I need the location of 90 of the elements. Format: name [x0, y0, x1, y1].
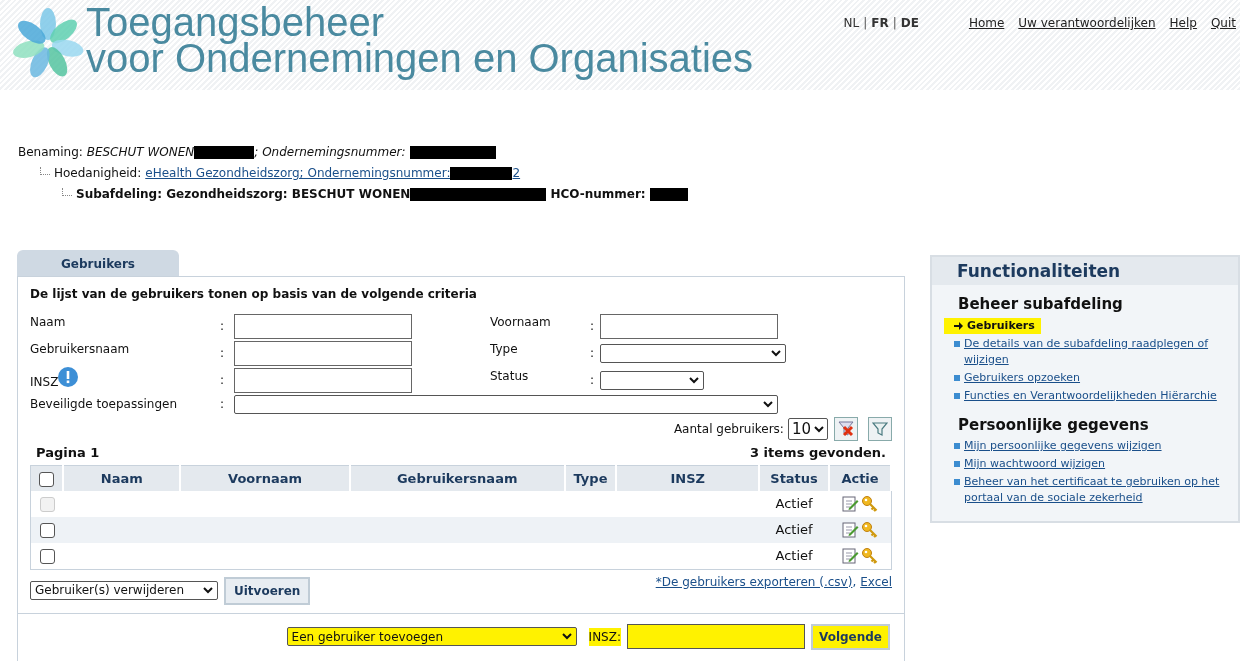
tree-connector: [62, 187, 72, 196]
flower-logo-icon: [12, 8, 84, 80]
edit-icon[interactable]: [840, 521, 859, 539]
nav-link[interactable]: Help: [1169, 14, 1197, 32]
users-tab[interactable]: Gebruikers: [17, 250, 179, 276]
count-label: Aantal gebruikers:: [673, 421, 784, 438]
separator: ,: [852, 573, 857, 591]
insz-field[interactable]: [627, 624, 805, 649]
insz-label: INSZ:: [588, 627, 621, 646]
section-heading: Beheer subafdeling: [957, 294, 1124, 315]
dropdown[interactable]: [600, 370, 704, 390]
key-icon[interactable]: [860, 521, 879, 539]
caret-icon: [203, 586, 213, 594]
nav-link[interactable]: Quit: [1210, 14, 1236, 32]
separator: |: [863, 15, 868, 32]
sidebar-link[interactable]: Mijn persoonlijke gegevens wijzigen: [964, 438, 1162, 454]
capacity-label: Hoedanigheid:: [54, 165, 142, 182]
colon: :: [220, 318, 226, 335]
field-label: Status: [490, 369, 529, 383]
status-cell: Actief: [759, 491, 829, 517]
colon: :: [220, 345, 226, 362]
field-label: Beveiligde toepassingen: [30, 397, 177, 411]
execute-button[interactable]: Uitvoeren: [224, 576, 311, 605]
colon: :: [220, 372, 226, 389]
arrow-icon: [954, 321, 963, 330]
field-label: Voornaam: [490, 315, 551, 329]
row-checkbox[interactable]: [39, 549, 55, 564]
language-link[interactable]: DE: [900, 14, 919, 32]
row-checkbox[interactable]: [39, 523, 55, 539]
capacity-link[interactable]: eHealth Gezondheidszorg; Ondernemingsnummer: 2: [145, 163, 521, 184]
info-icon[interactable]: [58, 367, 79, 387]
select-all-checkbox[interactable]: [39, 471, 55, 487]
field-label: Type: [490, 342, 518, 356]
bullet-icon: [954, 374, 960, 381]
page-label: Pagina 1: [36, 444, 100, 462]
colon: :: [220, 396, 226, 413]
key-icon[interactable]: [860, 546, 879, 565]
tree-connector: [40, 166, 50, 175]
bulk-action-dropdown[interactable]: Gebruiker(s) verwijderen: [30, 580, 218, 600]
language-link[interactable]: FR: [871, 14, 889, 32]
bullet-icon: [954, 461, 960, 467]
subdivision-text: Subafdeling: Gezondheidszorg: BESCHUT WONEN: [76, 186, 411, 203]
sidebar-link[interactable]: Beheer van het certificaat te gebruiken op het portaal van de sociale zekerheid: [964, 474, 1228, 506]
edit-icon[interactable]: [840, 546, 859, 565]
excel-link[interactable]: Excel: [860, 572, 892, 591]
input-field[interactable]: [234, 367, 412, 393]
colon: :: [590, 345, 596, 362]
dropdown[interactable]: [600, 343, 786, 363]
sidebar-link[interactable]: Gebruikers opzoeken: [964, 369, 1081, 386]
caret-icon: [771, 349, 781, 357]
dropdown[interactable]: [234, 394, 778, 414]
bullet-icon: [954, 392, 960, 399]
hco-number-label: HCO-nummer:: [550, 186, 646, 203]
sidebar-link[interactable]: De details van de subafdeling raadplegen of wijzigen: [964, 335, 1228, 368]
colon: :: [590, 318, 596, 335]
input-field[interactable]: [600, 313, 778, 339]
add-user-dropdown[interactable]: Een gebruiker toevoegen: [286, 627, 577, 646]
caret-icon: [689, 376, 699, 384]
bullet-icon: [954, 479, 960, 485]
result-count: 3 items gevonden.: [750, 444, 886, 462]
filter-button[interactable]: [868, 417, 892, 441]
status-cell: Actief: [759, 517, 829, 543]
status-cell: Actief: [759, 543, 829, 569]
sidebar-link[interactable]: Functies en Verantwoordelijkheden Hiërarchie: [964, 387, 1217, 404]
company-name-text: Benaming: BESCHUT WONEN: [18, 144, 195, 161]
clear-filter-button[interactable]: [834, 417, 858, 441]
field-label: INSZ: [30, 374, 59, 391]
bullet-icon: [954, 340, 960, 347]
colon: :: [590, 372, 596, 389]
edit-icon[interactable]: [840, 495, 859, 513]
caret-icon: [763, 400, 773, 408]
count-dropdown[interactable]: 10: [787, 418, 828, 440]
sidebar-title: Functionaliteiten: [932, 257, 1238, 285]
caret-icon: [814, 425, 824, 433]
section-heading: Persoonlijke gegevens: [957, 414, 1150, 436]
key-icon[interactable]: [860, 495, 879, 513]
nav-link[interactable]: Home: [968, 14, 1005, 32]
sidebar-link[interactable]: Mijn wachtwoord wijzigen: [964, 456, 1106, 472]
next-button[interactable]: Volgende: [811, 623, 890, 650]
criteria-heading: De lijst van de gebruikers tonen op basis van de volgende criteria: [30, 286, 478, 303]
input-field[interactable]: [234, 313, 412, 339]
language-link[interactable]: NL: [843, 14, 860, 32]
caret-icon: [561, 633, 572, 640]
separator: |: [892, 15, 897, 32]
nav-link[interactable]: Uw verantwoordelijken: [1018, 14, 1156, 32]
input-field[interactable]: [234, 340, 412, 366]
bullet-icon: [954, 443, 960, 449]
field-label: Naam: [30, 314, 66, 331]
field-label: Gebruikersnaam: [30, 341, 130, 358]
company-number-label: ; Ondernemingsnummer:: [254, 144, 406, 161]
